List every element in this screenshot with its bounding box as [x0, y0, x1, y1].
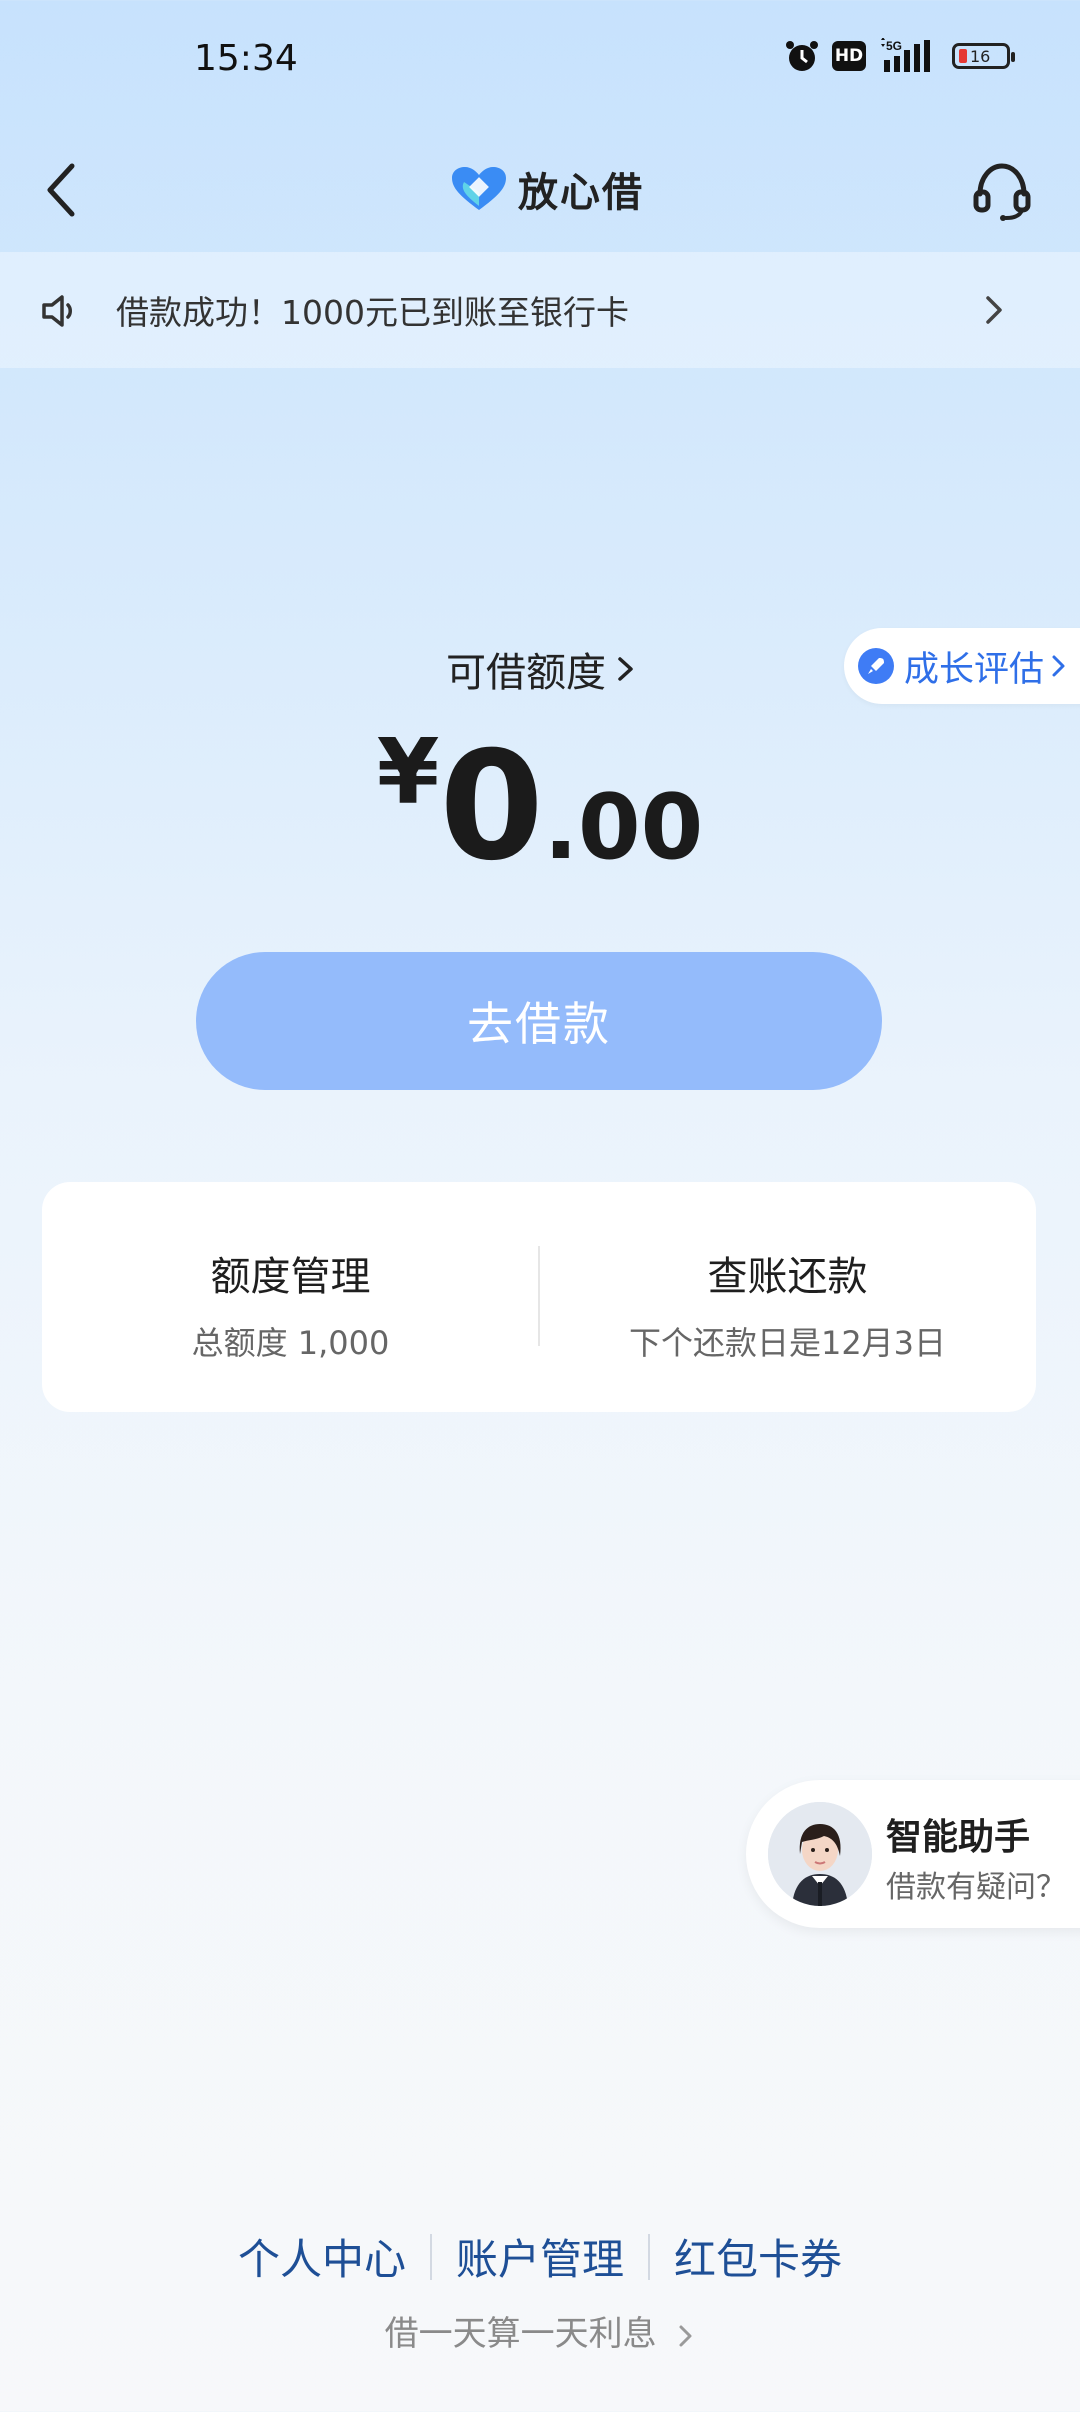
- heart-logo-icon: [452, 167, 506, 210]
- alarm-icon: [784, 36, 820, 76]
- status-time: 15:34: [194, 38, 298, 79]
- coupons-link[interactable]: 红包卡券: [650, 2226, 866, 2287]
- assistant-avatar: [768, 1802, 872, 1906]
- notice-banner[interactable]: 借款成功！1000元已到账至银行卡: [0, 252, 1080, 368]
- borrow-button[interactable]: 去借款: [196, 952, 882, 1090]
- chevron-right-icon: [1052, 655, 1065, 677]
- account-card: 额度管理 总额度 1,000 查账还款 下个还款日是12月3日: [42, 1182, 1036, 1412]
- credit-amount: ¥0.00: [376, 720, 704, 894]
- credit-management-button[interactable]: 额度管理 总额度 1,000: [42, 1182, 539, 1412]
- battery-icon: 16: [952, 43, 1015, 69]
- interest-note-link[interactable]: 借一天算一天利息: [0, 2306, 1080, 2355]
- available-credit-link[interactable]: 可借额度: [446, 640, 636, 698]
- personal-center-link[interactable]: 个人中心: [214, 2226, 430, 2287]
- chevron-right-icon: [618, 657, 633, 681]
- bill-repayment-button[interactable]: 查账还款 下个还款日是12月3日: [539, 1182, 1036, 1412]
- headset-icon: [973, 163, 1031, 221]
- chevron-right-icon: [679, 2325, 692, 2346]
- footer-links: 个人中心 账户管理 红包卡券: [0, 2226, 1080, 2287]
- growth-evaluation-button[interactable]: 成长评估: [844, 628, 1080, 704]
- app-title: 放心借: [450, 160, 644, 218]
- smart-assistant-button[interactable]: 智能助手 借款有疑问？: [746, 1780, 1080, 1928]
- signal-icon: 5G: [878, 36, 940, 76]
- account-management-link[interactable]: 账户管理: [432, 2226, 648, 2287]
- notice-text: 借款成功！1000元已到账至银行卡: [116, 293, 629, 332]
- customer-service-button[interactable]: [970, 158, 1034, 222]
- speaker-icon: [42, 295, 72, 327]
- status-icons: HD 5G 16: [784, 36, 1015, 76]
- svg-text:5G: 5G: [886, 39, 902, 53]
- chevron-left-icon: [47, 163, 75, 217]
- chevron-right-icon: [986, 296, 1002, 324]
- back-button[interactable]: [42, 160, 82, 220]
- rocket-icon: [858, 648, 894, 684]
- hd-icon: HD: [832, 41, 866, 71]
